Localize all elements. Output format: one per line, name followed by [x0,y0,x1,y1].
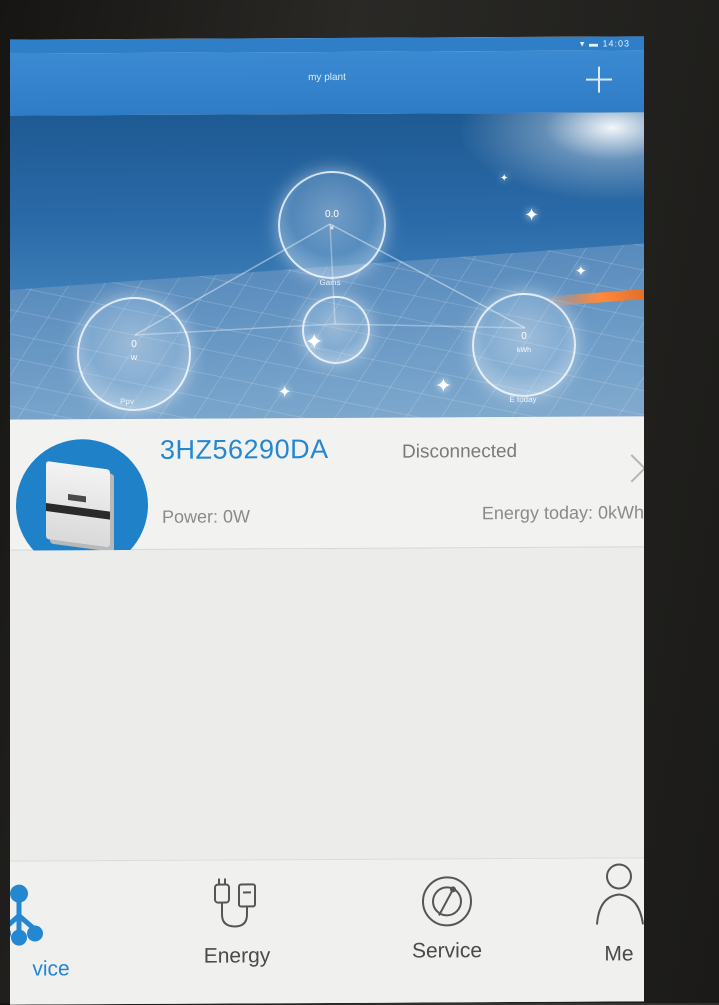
sparkle-star: ✦ [524,205,539,226]
nav-energy-label: Energy [172,944,302,969]
bottom-navigation: vice Energy Service [10,857,644,1004]
sparkle-star: ✦ [435,373,452,398]
nav-device-label: vice [10,957,84,982]
device-list-empty-area [10,547,644,860]
wifi-icon: ▾ [580,39,586,49]
service-dial-icon [417,871,477,931]
nav-device[interactable]: vice [10,879,84,982]
nav-me-label: Me [574,942,644,966]
gains-bubble[interactable]: 0.0 ¥ [278,171,386,280]
device-energy-today: Energy today: 0kWh [482,502,644,524]
chevron-right-icon[interactable] [618,454,644,482]
sparkle-star: ✦ [500,173,508,184]
ppv-bubble[interactable]: 0 W [77,297,191,412]
etoday-label: E today [478,395,568,404]
nav-me[interactable]: Me [574,858,644,966]
page-title: my plant [10,70,644,84]
device-screen: ▾ ▬ 14:03 my plant 0.0 ¥ Gains 0 W Ppv [10,36,644,1004]
ppv-unit: W [79,355,189,363]
battery-icon: ▬ [589,39,599,49]
plant-overview-banner: 0.0 ¥ Gains 0 W Ppv 0 kWh E today ✦ ✦ ✦ … [10,112,644,419]
add-plus-button[interactable] [582,62,616,96]
ppv-label: Ppv [82,397,172,406]
inverter-display [68,494,86,502]
etoday-bubble[interactable]: 0 kWh [472,293,576,398]
status-time: 14:03 [602,38,630,48]
connection-status: Disconnected [402,441,517,464]
sparkle-star: ✦ [278,382,291,402]
gains-unit: ¥ [280,225,384,233]
device-serial: 3HZ56290DA [160,434,329,466]
gains-value: 0.0 [280,209,384,221]
device-list-item[interactable]: 3HZ56290DA Disconnected Power: 0W Energy… [10,416,644,550]
device-network-icon [10,879,47,949]
inverter-band [46,503,110,520]
ppv-value: 0 [79,339,189,351]
etoday-value: 0 [474,331,574,343]
gains-label: Gains [285,278,375,287]
inverter-image [46,461,110,548]
device-power: Power: 0W [162,506,250,527]
sparkle-star: ✦ [305,329,323,355]
nav-energy[interactable]: Energy [172,870,302,969]
nav-service-label: Service [382,939,512,964]
status-icons: ▾ ▬ 14:03 [580,38,630,49]
nav-service[interactable]: Service [382,871,512,964]
plug-icon [207,870,267,936]
etoday-unit: kWh [474,347,574,355]
user-icon [589,858,644,934]
app-bar: my plant [10,50,644,115]
sparkle-star: ✦ [575,263,587,280]
